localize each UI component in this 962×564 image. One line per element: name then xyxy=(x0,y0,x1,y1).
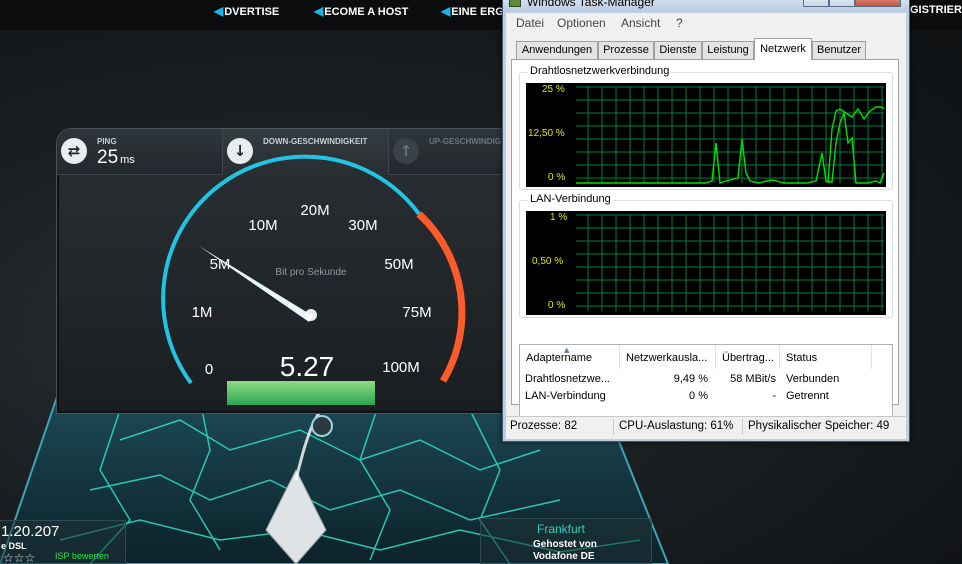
tab-benutzer[interactable]: Benutzer xyxy=(812,41,866,59)
wireless-graph: 25 % 12,50 % 0 % xyxy=(526,83,886,187)
tick-75m: 75M xyxy=(402,304,431,321)
row1-usage: 9,49 % xyxy=(673,373,708,385)
nav-advertise[interactable]: ◀DVERTISE xyxy=(214,4,279,18)
row2-usage: 0 % xyxy=(689,390,708,402)
tick-30m: 30M xyxy=(348,217,377,234)
server-host: Vodafone DE xyxy=(533,551,595,562)
task-manager-window: Windows Task-Manager Datei Optionen Ansi… xyxy=(502,0,910,442)
col-netzwerkauslastung[interactable]: Netzwerkausla... xyxy=(620,345,716,369)
task-manager-body: Datei Optionen Ansicht ? Anwendungen Pro… xyxy=(506,13,906,439)
rating-stars[interactable]: ☆☆☆ xyxy=(3,551,35,564)
sort-ascending-icon: ▲ xyxy=(564,346,570,354)
isp-name: e DSL xyxy=(1,541,27,551)
server-city[interactable]: Frankfurt xyxy=(537,522,585,536)
server-hosted-by: Gehostet von xyxy=(533,539,597,550)
nav-register-label: GISTRIERE xyxy=(910,4,962,16)
megaphone-icon: ◀ xyxy=(214,4,224,18)
status-divider xyxy=(742,419,743,435)
nav-my-results[interactable]: ◀EINE ERG xyxy=(441,4,504,18)
row2-name: LAN-Verbindung xyxy=(525,390,606,402)
col-uebertragungsrate[interactable]: Übertrag... xyxy=(716,345,780,369)
status-processes: Prozesse: 82 xyxy=(510,420,578,432)
speedtest-gauge-panel: ⇄ PING 25 ms ↓ DOWN-GESCHWINDIGKEIT ↑ UP-… xyxy=(56,128,517,414)
speed-gauge: 0 1M 5M 10M 20M 30M 50M 75M 100M Bit pro… xyxy=(161,154,466,405)
server-info-panel: Frankfurt Gehostet von Vodafone DE xyxy=(480,518,652,564)
tick-50m: 50M xyxy=(384,256,413,273)
tab-dienste[interactable]: Dienste xyxy=(654,41,702,59)
wireless-y-min: 0 % xyxy=(548,172,566,183)
rate-isp-link[interactable]: ISP bewerten xyxy=(55,551,109,561)
progress-graph xyxy=(227,381,375,405)
network-tab-panel: Drahtlosnetzwerkverbindung 25 % 12,50 % … xyxy=(511,59,899,424)
lan-graph-title: LAN-Verbindung xyxy=(528,193,613,205)
client-info-panel: 1.20.207 e DSL ☆☆☆ ISP bewerten xyxy=(0,520,126,564)
menu-datei[interactable]: Datei xyxy=(516,16,544,30)
client-ip: 1.20.207 xyxy=(1,523,60,540)
status-bar: Prozesse: 82 CPU-Auslastung: 61% Physika… xyxy=(506,416,906,436)
taskmanager-app-icon xyxy=(509,0,521,7)
tick-100m: 100M xyxy=(382,359,420,376)
adapter-table: Adaptername ▲ Netzwerkausla... Übertrag.… xyxy=(519,344,893,424)
row1-name: Drahtlosnetzwe... xyxy=(525,373,610,385)
col-status[interactable]: Status xyxy=(780,345,872,369)
status-divider xyxy=(613,419,614,435)
menu-optionen[interactable]: Optionen xyxy=(557,16,606,30)
lan-y-max: 1 % xyxy=(550,212,568,223)
tab-anwendungen[interactable]: Anwendungen xyxy=(516,41,598,59)
close-button[interactable] xyxy=(855,0,901,7)
lan-y-min: 0 % xyxy=(548,300,566,311)
menu-help[interactable]: ? xyxy=(676,16,683,30)
nav-register[interactable]: GISTRIERE xyxy=(910,4,962,16)
row2-speed: - xyxy=(772,390,776,402)
gauge-needle xyxy=(199,246,313,322)
nav-become-host-label: ECOME A HOST xyxy=(324,6,409,18)
wireless-graph-group: Drahtlosnetzwerkverbindung 25 % 12,50 % … xyxy=(519,65,893,190)
menu-bar: Datei Optionen Ansicht ? xyxy=(506,13,906,33)
wireless-y-mid: 12,50 % xyxy=(528,128,565,139)
status-memory: Physikalischer Speicher: 49 xyxy=(748,420,890,432)
lan-graph: 1 % 0,50 % 0 % xyxy=(526,211,886,315)
lan-y-mid: 0,50 % xyxy=(532,256,564,267)
status-cpu: CPU-Auslastung: 61% xyxy=(619,420,734,432)
tick-1m: 1M xyxy=(192,304,213,321)
maximize-button[interactable] xyxy=(829,0,855,7)
row1-speed: 58 MBit/s xyxy=(730,373,776,385)
speed-reading: 5.27 xyxy=(280,351,335,382)
tab-leistung[interactable]: Leistung xyxy=(702,41,754,59)
results-icon: ◀ xyxy=(441,4,451,18)
col-adaptername[interactable]: Adaptername xyxy=(520,345,620,369)
menu-ansicht[interactable]: Ansicht xyxy=(621,16,660,30)
window-title: Windows Task-Manager xyxy=(527,0,655,9)
gauge-unit-label: Bit pro Sekunde xyxy=(275,267,347,278)
lan-graph-group: LAN-Verbindung 1 % 0,50 % 0 % xyxy=(519,193,893,318)
title-bar[interactable]: Windows Task-Manager xyxy=(503,0,909,11)
nav-advertise-label: DVERTISE xyxy=(224,6,280,18)
wireless-graph-title: Drahtlosnetzwerkverbindung xyxy=(528,65,672,77)
tick-0: 0 xyxy=(205,361,213,378)
host-icon: ◀ xyxy=(314,4,324,18)
row1-status: Verbunden xyxy=(786,373,840,385)
screen: ◀DVERTISE ◀ECOME A HOST ◀EINE ERG GISTRI… xyxy=(0,0,962,564)
nav-my-results-label: EINE ERG xyxy=(451,6,504,18)
row2-status: Getrennt xyxy=(786,390,829,402)
gauge-needle-hub xyxy=(305,309,317,321)
tick-10m: 10M xyxy=(248,217,277,234)
tab-prozesse[interactable]: Prozesse xyxy=(598,41,654,59)
tick-20m: 20M xyxy=(300,202,329,219)
tab-netzwerk[interactable]: Netzwerk xyxy=(754,38,812,60)
nav-become-host[interactable]: ◀ECOME A HOST xyxy=(314,4,408,18)
gauge-arc-red xyxy=(416,211,466,383)
wireless-y-max: 25 % xyxy=(542,84,565,95)
minimize-button[interactable] xyxy=(803,0,829,7)
